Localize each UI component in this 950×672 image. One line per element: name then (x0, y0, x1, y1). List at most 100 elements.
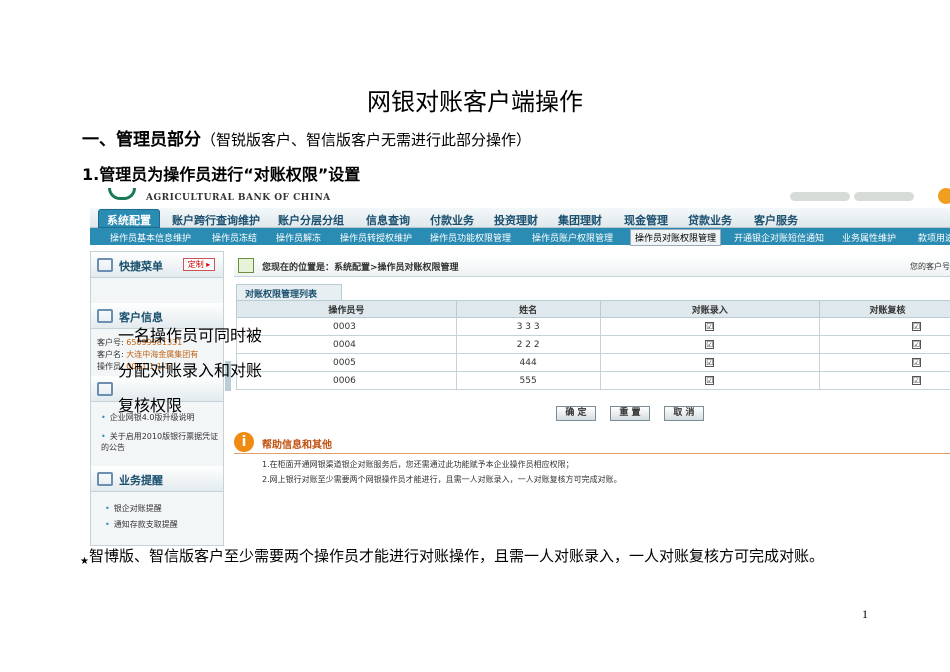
quick-menu-header: 快捷菜单 定制 ▸ (91, 252, 223, 278)
location-icon (238, 258, 254, 273)
operator-name-cell: 2 2 2 (455, 335, 601, 354)
cancel-button[interactable]: 取 消 (664, 406, 704, 421)
sub-nav: 操作员基本信息维护 操作员冻结 操作员解冻 操作员转授权维护 操作员功能权限管理… (90, 228, 950, 246)
tab-reconciliation-list[interactable]: 对账权限管理列表 (236, 284, 342, 300)
customize-label: 定制 (187, 260, 204, 269)
operator-id-cell: 0004 (236, 335, 457, 354)
business-reminder-header: 业务提醒 (91, 466, 223, 492)
entry-checkbox[interactable]: ☑ (705, 339, 715, 349)
entry-checkbox[interactable]: ☑ (705, 321, 715, 331)
subnav-item-reconciliation-permission[interactable]: 操作员对账权限管理 (630, 229, 722, 246)
column-header-entry: 对账录入 (599, 300, 821, 318)
bank-logo-icon (108, 188, 136, 200)
nav-item[interactable]: 账户跨行查询维护 (172, 212, 260, 228)
bank-name: AGRICULTURAL BANK OF CHINA (146, 193, 331, 203)
section-heading-text: 一、管理员部分 (82, 130, 201, 150)
table-row: 0003 3 3 3 ☑ ☑ (236, 317, 950, 336)
customer-info-icon (97, 309, 113, 323)
table-row: 0004 2 2 2 ☑ ☑ (236, 335, 950, 354)
subnav-item[interactable]: 业务属性维护 (842, 231, 896, 244)
column-header-review: 对账复核 (819, 300, 950, 318)
review-cell: ☑ (819, 335, 950, 354)
main-nav: 系统配置 账户跨行查询维护 账户分层分组 信息查询 付款业务 投资理财 集团理财… (90, 208, 950, 228)
review-cell: ☑ (819, 371, 950, 390)
annotation-line: 复核权限 (118, 396, 183, 415)
breadcrumb-right-text: 您的客户号 (910, 262, 950, 271)
operator-id-cell: 0006 (236, 371, 457, 390)
subnav-item[interactable]: 操作员功能权限管理 (430, 231, 511, 244)
business-reminder-title: 业务提醒 (119, 474, 163, 487)
nav-item[interactable]: 信息查询 (366, 212, 410, 228)
subnav-item[interactable]: 操作员冻结 (212, 231, 257, 244)
nav-item[interactable]: 现金管理 (624, 212, 668, 228)
help-title: 帮助信息和其他 (262, 440, 332, 451)
operator-name-cell: 3 3 3 (455, 317, 601, 336)
operator-name-cell: 444 (455, 353, 601, 372)
review-cell: ☑ (819, 353, 950, 372)
business-reminder-icon (97, 472, 113, 486)
section-heading-note: （智锐版客户、智信版客户无需进行此部分操作） (201, 131, 532, 149)
quick-menu-title: 快捷菜单 (119, 260, 163, 273)
reset-button[interactable]: 重 置 (610, 406, 650, 421)
notice-item[interactable]: 关于启用2010版银行票据凭证的公告 (101, 431, 219, 453)
nav-item[interactable]: 贷款业务 (688, 212, 732, 228)
annotation-line: 分配对账录入和对账 (118, 361, 263, 380)
help-line: 2.网上银行对账至少需要两个网银操作员才能进行，且需一人对账录入，一人对账复核方… (262, 475, 622, 484)
review-checkbox[interactable]: ☑ (912, 321, 922, 331)
entry-cell: ☑ (599, 335, 821, 354)
table-header-row: 操作员号 姓名 对账录入 对账复核 (236, 300, 950, 318)
subnav-item[interactable]: 操作员解冻 (276, 231, 321, 244)
operator-name-cell: 555 (455, 371, 601, 390)
column-header-name: 姓名 (455, 300, 601, 318)
quick-menu-icon (97, 258, 113, 272)
permission-table: 操作员号 姓名 对账录入 对账复核 0003 3 3 3 ☑ ☑ 0004 2 … (236, 300, 950, 390)
review-checkbox[interactable]: ☑ (912, 357, 922, 367)
notice-icon (97, 382, 113, 396)
help-line: 1.在柜面开通网银渠道银企对账服务后，您还需通过此功能赋予本企业操作员相应权限； (262, 460, 574, 469)
nav-item[interactable]: 付款业务 (430, 212, 474, 228)
help-divider (234, 453, 950, 454)
subnav-item[interactable]: 操作员基本信息维护 (110, 231, 191, 244)
confirm-button[interactable]: 确 定 (556, 406, 596, 421)
header-pill-button[interactable] (854, 192, 914, 201)
subnav-item[interactable]: 款项用途 (918, 231, 950, 244)
nav-system-config[interactable]: 系统配置 (98, 209, 160, 228)
section-heading: 一、管理员部分（智锐版客户、智信版客户无需进行此部分操作） (82, 125, 531, 150)
table-row: 0005 444 ☑ ☑ (236, 353, 950, 372)
customize-button[interactable]: 定制 ▸ (183, 258, 215, 271)
subsection-heading: 1.管理员为操作员进行“对账权限”设置 (82, 165, 361, 184)
review-cell: ☑ (819, 317, 950, 336)
review-checkbox[interactable]: ☑ (912, 375, 922, 385)
nav-item[interactable]: 投资理财 (494, 212, 538, 228)
subnav-item[interactable]: 操作员转授权维护 (340, 231, 412, 244)
operator-id-cell: 0005 (236, 353, 457, 372)
breadcrumb: 您现在的位置是：系统配置>操作员对账权限管理 您的客户号 (234, 255, 950, 277)
footnote: ★智博版、智信版客户至少需要两个操作员才能进行对账操作，且需一人对账录入，一人对… (80, 545, 824, 567)
table-row: 0006 555 ☑ ☑ (236, 371, 950, 390)
nav-item[interactable]: 集团理财 (558, 212, 602, 228)
entry-cell: ☑ (599, 353, 821, 372)
bank-header: AGRICULTURAL BANK OF CHINA (90, 186, 950, 208)
entry-cell: ☑ (599, 371, 821, 390)
entry-cell: ☑ (599, 317, 821, 336)
header-orange-icon[interactable] (938, 188, 950, 204)
entry-checkbox[interactable]: ☑ (705, 375, 715, 385)
entry-checkbox[interactable]: ☑ (705, 357, 715, 367)
review-checkbox[interactable]: ☑ (912, 339, 922, 349)
reminder-item[interactable]: 通知存款支取提醒 (114, 519, 178, 530)
annotation-line: 一名操作员可同时被 (118, 326, 263, 345)
footnote-text: 智博版、智信版客户至少需要两个操作员才能进行对账操作，且需一人对账录入，一人对账… (88, 547, 824, 565)
header-pill-button[interactable] (790, 192, 850, 201)
subnav-item[interactable]: 操作员账户权限管理 (532, 231, 613, 244)
page-number: 1 (862, 607, 868, 621)
star-icon: ★ (80, 556, 89, 567)
breadcrumb-text: 您现在的位置是：系统配置>操作员对账权限管理 (262, 263, 459, 273)
column-header-operator-id: 操作员号 (236, 300, 457, 318)
info-icon: i (234, 432, 254, 452)
nav-item[interactable]: 客户服务 (754, 212, 798, 228)
nav-item[interactable]: 账户分层分组 (278, 212, 344, 228)
subnav-item[interactable]: 开通银企对账短信通知 (734, 231, 824, 244)
reminder-item[interactable]: 银企对账提醒 (114, 503, 162, 514)
operator-id-cell: 0003 (236, 317, 457, 336)
document-title: 网银对账客户端操作 (367, 88, 583, 116)
